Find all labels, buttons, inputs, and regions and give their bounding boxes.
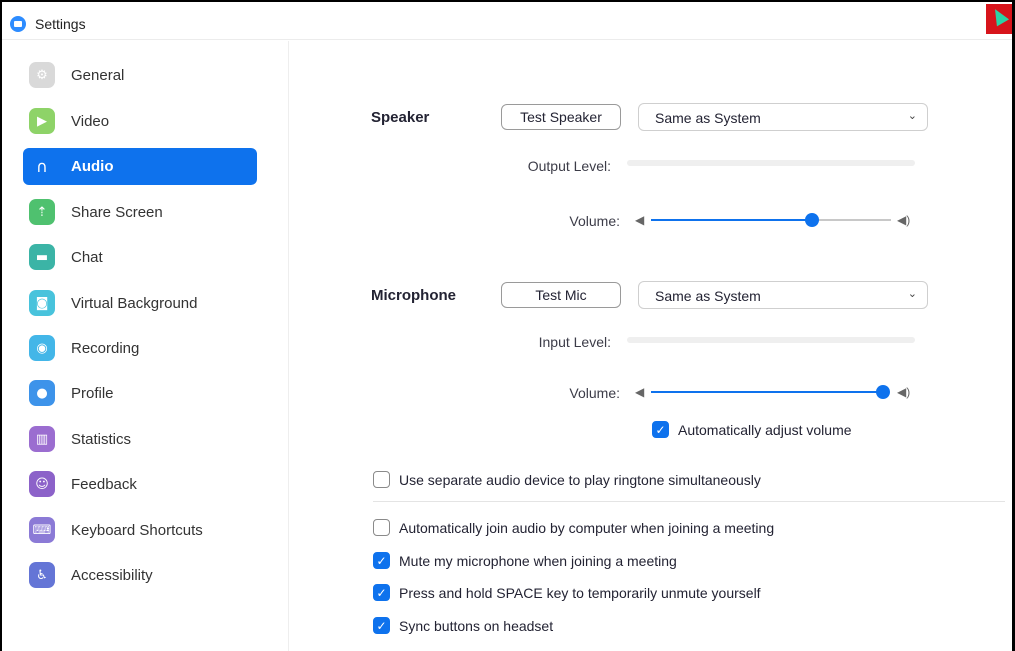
share-screen-icon: ⇡ <box>29 199 55 225</box>
checkbox-box[interactable]: ✓ <box>373 552 390 569</box>
separate-ringtone-device-checkbox[interactable]: Use separate audio device to play ringto… <box>373 471 761 488</box>
section-divider <box>373 501 1005 502</box>
window-title: Settings <box>35 16 86 32</box>
output-level-meter <box>627 160 915 166</box>
sidebar-item-label: Share Screen <box>71 204 163 221</box>
sidebar-item-virtual-background[interactable]: ◙ Virtual Background <box>23 285 257 322</box>
checkbox-label: Sync buttons on headset <box>399 617 554 634</box>
slider-fill <box>651 391 883 393</box>
microphone-volume-slider[interactable] <box>651 382 890 402</box>
checkbox-label: Automatically adjust volume <box>678 421 852 438</box>
input-level-meter <box>627 337 915 343</box>
sidebar-item-label: General <box>71 67 125 84</box>
speaker-device-value: Same as System <box>655 110 761 126</box>
checkbox-label: Use separate audio device to play ringto… <box>399 471 761 488</box>
chat-bubble-icon: ▬ <box>29 244 55 270</box>
sidebar-item-accessibility[interactable]: ♿ Accessibility <box>23 557 257 594</box>
sidebar-item-label: Accessibility <box>71 567 153 584</box>
sidebar-item-label: Keyboard Shortcuts <box>71 522 203 539</box>
test-mic-button[interactable]: Test Mic <box>501 282 621 308</box>
checkbox-label: Press and hold SPACE key to temporarily … <box>399 584 761 601</box>
sync-headset-buttons-checkbox[interactable]: ✓ Sync buttons on headset <box>373 617 553 634</box>
output-level-label: Output Level: <box>527 158 611 174</box>
keyboard-icon: ⌨ <box>29 517 55 543</box>
checkbox-box[interactable]: ✓ <box>652 421 669 438</box>
sidebar-item-label: Statistics <box>71 431 132 448</box>
sidebar-item-label: Recording <box>71 340 140 357</box>
sidebar-item-chat[interactable]: ▬ Chat <box>23 239 257 276</box>
zoom-app-icon <box>10 16 26 32</box>
cursor-icon <box>988 5 1010 27</box>
user-profile-icon: ● <box>29 380 55 406</box>
video-camera-icon: ▶ <box>29 108 55 134</box>
mute-on-join-checkbox[interactable]: ✓ Mute my microphone when joining a meet… <box>373 552 677 569</box>
sidebar-item-feedback[interactable]: ☺ Feedback <box>23 466 257 503</box>
sidebar-item-general[interactable]: ⚙ General <box>23 57 257 94</box>
speaker-high-icon: ◀) <box>897 213 911 227</box>
space-to-unmute-checkbox[interactable]: ✓ Press and hold SPACE key to temporaril… <box>373 584 761 601</box>
checkbox-box[interactable] <box>373 471 390 488</box>
cursor-overlay <box>986 4 1012 34</box>
sidebar-item-profile[interactable]: ● Profile <box>23 375 257 412</box>
smiley-face-icon: ☺ <box>29 471 55 497</box>
mic-high-icon: ◀) <box>897 385 911 399</box>
auto-join-audio-checkbox[interactable]: Automatically join audio by computer whe… <box>373 519 774 536</box>
checkbox-box[interactable]: ✓ <box>373 617 390 634</box>
slider-knob[interactable] <box>876 385 890 399</box>
sidebar-item-video[interactable]: ▶ Video <box>23 103 257 140</box>
speaker-volume-slider[interactable] <box>651 210 891 230</box>
microphone-volume-label: Volume: <box>569 385 620 401</box>
checkbox-label: Mute my microphone when joining a meetin… <box>399 552 677 569</box>
speaker-volume-label: Volume: <box>569 213 620 229</box>
mic-low-icon: ◀ <box>635 385 645 399</box>
microphone-device-select[interactable]: Same as System ⌄ <box>638 281 928 309</box>
sidebar-item-label: Profile <box>71 385 114 402</box>
microphone-section-label: Microphone <box>371 287 456 304</box>
chevron-down-icon: ⌄ <box>907 288 917 300</box>
sidebar-item-recording[interactable]: ◉ Recording <box>23 330 257 367</box>
sidebar-item-statistics[interactable]: ▥ Statistics <box>23 421 257 458</box>
settings-sidebar: ⚙ General ▶ Video ∩ Audio ⇡ Share Screen… <box>2 41 289 651</box>
sidebar-item-label: Virtual Background <box>71 295 198 312</box>
sidebar-item-label: Video <box>71 113 110 130</box>
sidebar-item-audio[interactable]: ∩ Audio <box>23 148 257 185</box>
sidebar-item-label: Audio <box>71 158 114 175</box>
sidebar-item-label: Feedback <box>71 476 137 493</box>
gear-icon: ⚙ <box>29 62 55 88</box>
speaker-device-select[interactable]: Same as System ⌄ <box>638 103 928 131</box>
headphones-icon: ∩ <box>36 156 48 176</box>
settings-window: Settings ⚙ General ▶ Video ∩ Audio ⇡ Sha… <box>0 0 1015 651</box>
checkbox-box[interactable] <box>373 519 390 536</box>
checkbox-label: Automatically join audio by computer whe… <box>399 519 775 536</box>
audio-settings-panel: Speaker Test Speaker Same as System ⌄ Ou… <box>291 41 1012 651</box>
speaker-section-label: Speaker <box>371 109 430 126</box>
input-level-label: Input Level: <box>538 334 611 350</box>
checkbox-box[interactable]: ✓ <box>373 584 390 601</box>
microphone-device-value: Same as System <box>655 288 761 304</box>
bar-chart-icon: ▥ <box>29 426 55 452</box>
slider-knob[interactable] <box>804 213 819 227</box>
record-icon: ◉ <box>29 335 55 361</box>
title-bar: Settings <box>2 2 1012 40</box>
auto-adjust-volume-checkbox[interactable]: ✓ Automatically adjust volume <box>652 421 852 438</box>
speaker-low-icon: ◀ <box>635 213 645 227</box>
sidebar-item-share-screen[interactable]: ⇡ Share Screen <box>23 194 257 231</box>
chevron-down-icon: ⌄ <box>907 110 917 122</box>
sidebar-item-keyboard-shortcuts[interactable]: ⌨ Keyboard Shortcuts <box>23 512 257 549</box>
sidebar-item-label: Chat <box>71 249 103 266</box>
accessibility-icon: ♿ <box>29 562 55 588</box>
slider-fill <box>651 219 812 221</box>
test-speaker-button[interactable]: Test Speaker <box>501 104 621 130</box>
person-background-icon: ◙ <box>29 290 55 316</box>
